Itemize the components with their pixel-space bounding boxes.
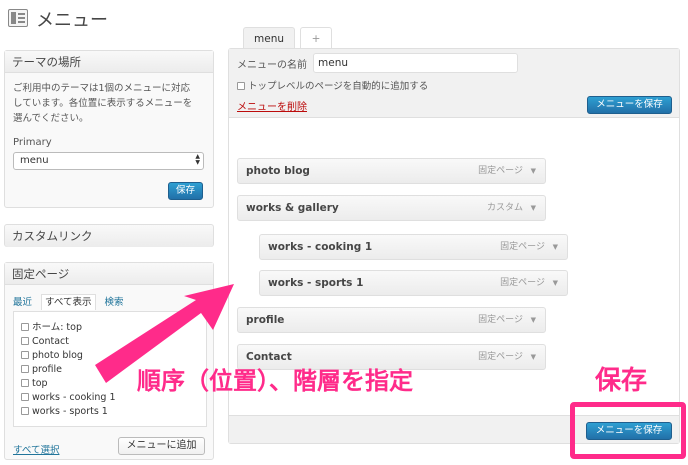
save-annotation-text: 保存 [595, 366, 648, 396]
order-annotation-text: 順序（位置）、階層を指定 [137, 367, 413, 395]
bottom-save-menu-button[interactable]: メニューを保存 [586, 422, 672, 440]
